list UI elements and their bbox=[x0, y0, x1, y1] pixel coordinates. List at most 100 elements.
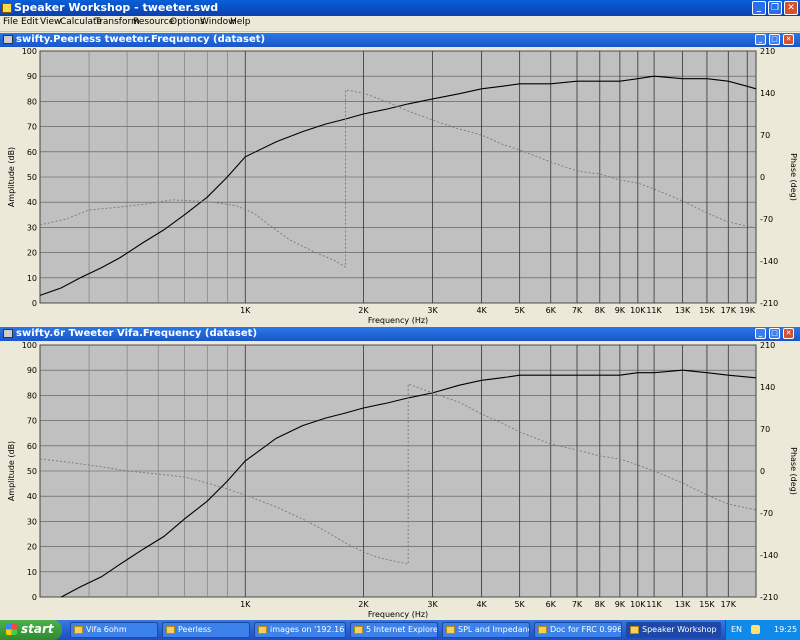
dataset-maximize-button[interactable]: □ bbox=[769, 34, 780, 45]
taskbar-item-images[interactable]: images on '192.168.... bbox=[254, 622, 346, 638]
y-right-axis-label: Phase (deg) bbox=[789, 447, 798, 495]
x-tick-label: 11K bbox=[646, 600, 662, 609]
dataset-maximize-button[interactable]: □ bbox=[769, 328, 780, 339]
y-left-tick-label: 70 bbox=[27, 123, 37, 132]
speaker-workshop-icon bbox=[630, 626, 639, 634]
dataset-window-peerless[interactable]: swifty.Peerless tweeter.Frequency (datas… bbox=[0, 33, 800, 325]
menu-file[interactable]: File bbox=[3, 17, 18, 27]
dataset-window-title-bar[interactable]: swifty.Peerless tweeter.Frequency (datas… bbox=[0, 33, 800, 47]
x-tick-label: 7K bbox=[572, 306, 583, 315]
x-tick-label: 5K bbox=[514, 306, 525, 315]
x-tick-label: 6K bbox=[546, 600, 557, 609]
language-indicator[interactable]: EN bbox=[731, 625, 742, 634]
dataset-window-title: swifty.Peerless tweeter.Frequency (datas… bbox=[16, 34, 266, 45]
start-button[interactable]: start bbox=[0, 620, 62, 640]
y-left-tick-label: 80 bbox=[27, 391, 37, 400]
y-right-tick-label: 70 bbox=[760, 131, 770, 140]
x-tick-label: 10K bbox=[630, 600, 646, 609]
frequency-response-chart[interactable]: 1009080706050403020100210140700-70-140-2… bbox=[0, 47, 800, 325]
app-title: Speaker Workshop - tweeter.swd bbox=[14, 1, 219, 14]
y-left-tick-label: 20 bbox=[27, 249, 37, 258]
x-axis-label: Frequency (Hz) bbox=[368, 610, 428, 619]
x-tick-label: 4K bbox=[476, 600, 487, 609]
x-tick-label: 7K bbox=[572, 600, 583, 609]
x-tick-label: 2K bbox=[358, 600, 369, 609]
menu-edit[interactable]: Edit bbox=[21, 17, 38, 27]
x-tick-label: 1K bbox=[240, 306, 251, 315]
y-left-tick-label: 0 bbox=[32, 593, 37, 602]
dataset-minimize-button[interactable]: _ bbox=[755, 328, 766, 339]
speaker-volume-icon[interactable] bbox=[751, 625, 760, 634]
dataset-minimize-button[interactable]: _ bbox=[755, 34, 766, 45]
taskbar-item-speaker-workshop[interactable]: Speaker Workshop .... bbox=[626, 622, 721, 638]
x-tick-label: 17K bbox=[721, 306, 737, 315]
y-right-axis-label: Phase (deg) bbox=[789, 153, 798, 201]
y-left-tick-label: 60 bbox=[27, 148, 37, 157]
y-right-tick-label: 210 bbox=[760, 341, 775, 350]
taskbar-item-internet-explorer[interactable]: 5 Internet Explorer bbox=[350, 622, 438, 638]
close-button[interactable]: ✕ bbox=[784, 1, 798, 15]
dataset-close-button[interactable]: ✕ bbox=[783, 34, 794, 45]
x-tick-label: 9K bbox=[615, 306, 626, 315]
app-title-bar: Speaker Workshop - tweeter.swd _ ❐ ✕ bbox=[0, 0, 800, 16]
windows-logo-icon bbox=[6, 624, 17, 635]
y-left-tick-label: 50 bbox=[27, 173, 37, 182]
clock: 19:25 bbox=[774, 625, 798, 634]
taskbar-item-vifa[interactable]: Vifa 6ohm bbox=[70, 622, 158, 638]
y-left-axis-label: Amplitude (dB) bbox=[7, 147, 16, 207]
dataset-window-vifa[interactable]: swifty.6r Tweeter Vifa.Frequency (datase… bbox=[0, 327, 800, 619]
y-left-tick-label: 10 bbox=[27, 274, 37, 283]
x-tick-label: 15K bbox=[699, 600, 715, 609]
y-right-tick-label: -70 bbox=[760, 215, 773, 224]
y-right-tick-label: -140 bbox=[760, 257, 778, 266]
y-right-tick-label: -210 bbox=[760, 299, 778, 308]
y-left-axis-label: Amplitude (dB) bbox=[7, 441, 16, 501]
dataset-close-button[interactable]: ✕ bbox=[783, 328, 794, 339]
menu-bar: File Edit View Calculate Transform Resou… bbox=[0, 16, 800, 32]
x-tick-label: 4K bbox=[476, 306, 487, 315]
x-tick-label: 5K bbox=[514, 600, 525, 609]
taskbar: start Vifa 6ohm Peerless images on '192.… bbox=[0, 620, 800, 640]
taskbar-item-peerless[interactable]: Peerless bbox=[162, 622, 250, 638]
x-tick-label: 11K bbox=[646, 306, 662, 315]
y-right-tick-label: -70 bbox=[760, 509, 773, 518]
x-tick-label: 10K bbox=[630, 306, 646, 315]
y-left-tick-label: 100 bbox=[22, 341, 37, 350]
x-tick-label: 3K bbox=[427, 306, 438, 315]
x-tick-label: 17K bbox=[721, 600, 737, 609]
x-tick-label: 9K bbox=[615, 600, 626, 609]
x-tick-label: 15K bbox=[699, 306, 715, 315]
y-right-tick-label: -140 bbox=[760, 551, 778, 560]
y-left-tick-label: 40 bbox=[27, 492, 37, 501]
y-left-tick-label: 90 bbox=[27, 72, 37, 81]
menu-view[interactable]: View bbox=[40, 17, 61, 27]
y-right-tick-label: -210 bbox=[760, 593, 778, 602]
dataset-window-title-bar[interactable]: swifty.6r Tweeter Vifa.Frequency (datase… bbox=[0, 327, 800, 341]
y-left-tick-label: 70 bbox=[27, 417, 37, 426]
x-tick-label: 13K bbox=[675, 306, 691, 315]
y-right-tick-label: 0 bbox=[760, 467, 765, 476]
folder-icon bbox=[166, 626, 175, 634]
y-left-tick-label: 40 bbox=[27, 198, 37, 207]
x-tick-label: 8K bbox=[595, 600, 606, 609]
x-tick-label: 3K bbox=[427, 600, 438, 609]
minimize-button[interactable]: _ bbox=[752, 1, 766, 15]
restore-button[interactable]: ❐ bbox=[768, 1, 782, 15]
taskbar-item-spl-impedance[interactable]: SPL and Impedance.... bbox=[442, 622, 530, 638]
document-icon bbox=[538, 626, 547, 634]
x-tick-label: 6K bbox=[546, 306, 557, 315]
x-tick-label: 2K bbox=[358, 306, 369, 315]
y-right-tick-label: 0 bbox=[760, 173, 765, 182]
network-folder-icon bbox=[258, 626, 267, 634]
x-tick-label: 13K bbox=[675, 600, 691, 609]
dataset-icon bbox=[3, 35, 13, 44]
menu-help[interactable]: Help bbox=[230, 17, 251, 27]
frequency-response-chart[interactable]: 1009080706050403020100210140700-70-140-2… bbox=[0, 341, 800, 619]
document-icon bbox=[446, 626, 455, 634]
menu-resource[interactable]: Resource bbox=[133, 17, 174, 27]
y-left-tick-label: 80 bbox=[27, 97, 37, 106]
taskbar-item-doc-frc[interactable]: Doc for FRC 0.996.... bbox=[534, 622, 622, 638]
y-right-tick-label: 210 bbox=[760, 47, 775, 56]
y-left-tick-label: 20 bbox=[27, 543, 37, 552]
x-axis-label: Frequency (Hz) bbox=[368, 316, 428, 325]
